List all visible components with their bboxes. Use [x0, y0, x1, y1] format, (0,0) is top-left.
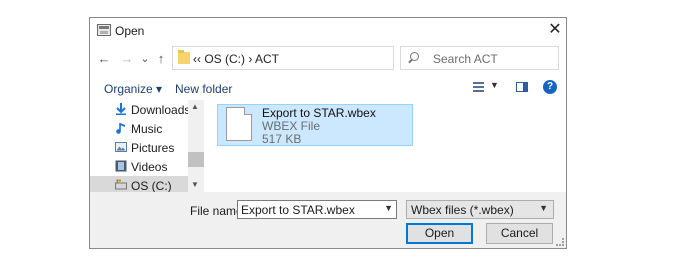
close-icon[interactable]: ✕ [544, 19, 566, 41]
up-folder-icon[interactable]: ↑ [153, 51, 169, 67]
scrollbar-thumb[interactable] [188, 152, 204, 167]
scroll-up-icon[interactable]: ▲ [191, 102, 199, 111]
sidebar-item-label: Pictures [131, 141, 175, 155]
resize-grip-icon[interactable] [556, 238, 564, 246]
sidebar-item-label: OS (C:) [131, 179, 172, 193]
file-name-input[interactable]: Export to STAR.wbex ▼ [237, 200, 397, 219]
sidebar-item-pictures[interactable]: Pictures [90, 138, 188, 157]
navigation-scrollbar[interactable]: ▲ ▼ [188, 100, 204, 192]
help-icon[interactable]: ? [543, 80, 557, 94]
command-bar: Organize ▾ New folder ▼ ? [90, 76, 566, 100]
file-icon [226, 107, 252, 141]
address-path: ‹‹ OS (C:) › ACT [193, 52, 279, 66]
back-arrow-icon[interactable]: ← [96, 51, 112, 67]
file-size: 517 KB [262, 132, 302, 146]
search-input[interactable]: Search ACT [400, 46, 559, 70]
file-list: Export to STAR.wbex WBEX File 517 KB [204, 100, 566, 192]
navigation-pane: Downloads Music Pictures Videos OS (C:) … [90, 100, 204, 195]
file-name: Export to STAR.wbex [262, 106, 376, 120]
open-button[interactable]: Open [406, 223, 473, 244]
file-name-value: Export to STAR.wbex [241, 203, 355, 217]
view-options-caret-icon[interactable]: ▼ [490, 80, 499, 90]
change-view-icon[interactable] [473, 82, 484, 92]
sidebar-item-label: Downloads [131, 103, 191, 117]
search-placeholder: Search ACT [433, 52, 498, 66]
drive-icon [115, 179, 127, 190]
navigation-bar: ← → ⌄ ↑ ‹‹ OS (C:) › ACT ↻ Search ACT [90, 44, 566, 76]
sidebar-item-music[interactable]: Music [90, 119, 188, 138]
organize-button[interactable]: Organize ▾ [104, 82, 162, 96]
scroll-down-icon[interactable]: ▼ [191, 180, 199, 189]
preview-pane-icon[interactable] [516, 82, 528, 92]
videos-icon [115, 160, 127, 172]
file-type-select[interactable]: Wbex files (*.wbex) ▼ [406, 200, 554, 219]
recent-locations-icon[interactable]: ⌄ [137, 51, 153, 67]
folder-icon [178, 50, 190, 64]
pictures-icon [115, 142, 127, 152]
cancel-button[interactable]: Cancel [486, 223, 553, 244]
new-folder-button[interactable]: New folder [175, 82, 232, 96]
file-type: WBEX File [262, 119, 321, 133]
file-item[interactable]: Export to STAR.wbex WBEX File 517 KB [217, 104, 413, 146]
chevron-down-icon: ▼ [539, 203, 548, 213]
open-dialog: Open ✕ ← → ⌄ ↑ ‹‹ OS (C:) › ACT ↻ Search… [89, 17, 567, 249]
chevron-down-icon[interactable]: ▼ [384, 203, 393, 213]
title-bar: Open ✕ [90, 18, 566, 44]
app-icon [97, 24, 111, 36]
search-icon [410, 52, 419, 61]
window-title: Open [115, 24, 145, 38]
sidebar-item-label: Videos [131, 160, 168, 174]
address-bar[interactable]: ‹‹ OS (C:) › ACT ↻ [172, 46, 465, 70]
music-icon [116, 123, 125, 134]
sidebar-item-label: Music [131, 122, 163, 136]
sidebar-item-videos[interactable]: Videos [90, 157, 188, 176]
dialog-footer: File name: Export to STAR.wbex ▼ Wbex fi… [90, 192, 566, 248]
forward-arrow-icon[interactable]: → [119, 51, 135, 67]
file-type-value: Wbex files (*.wbex) [411, 203, 514, 217]
download-icon [116, 103, 126, 115]
sidebar-item-downloads[interactable]: Downloads [90, 100, 191, 119]
